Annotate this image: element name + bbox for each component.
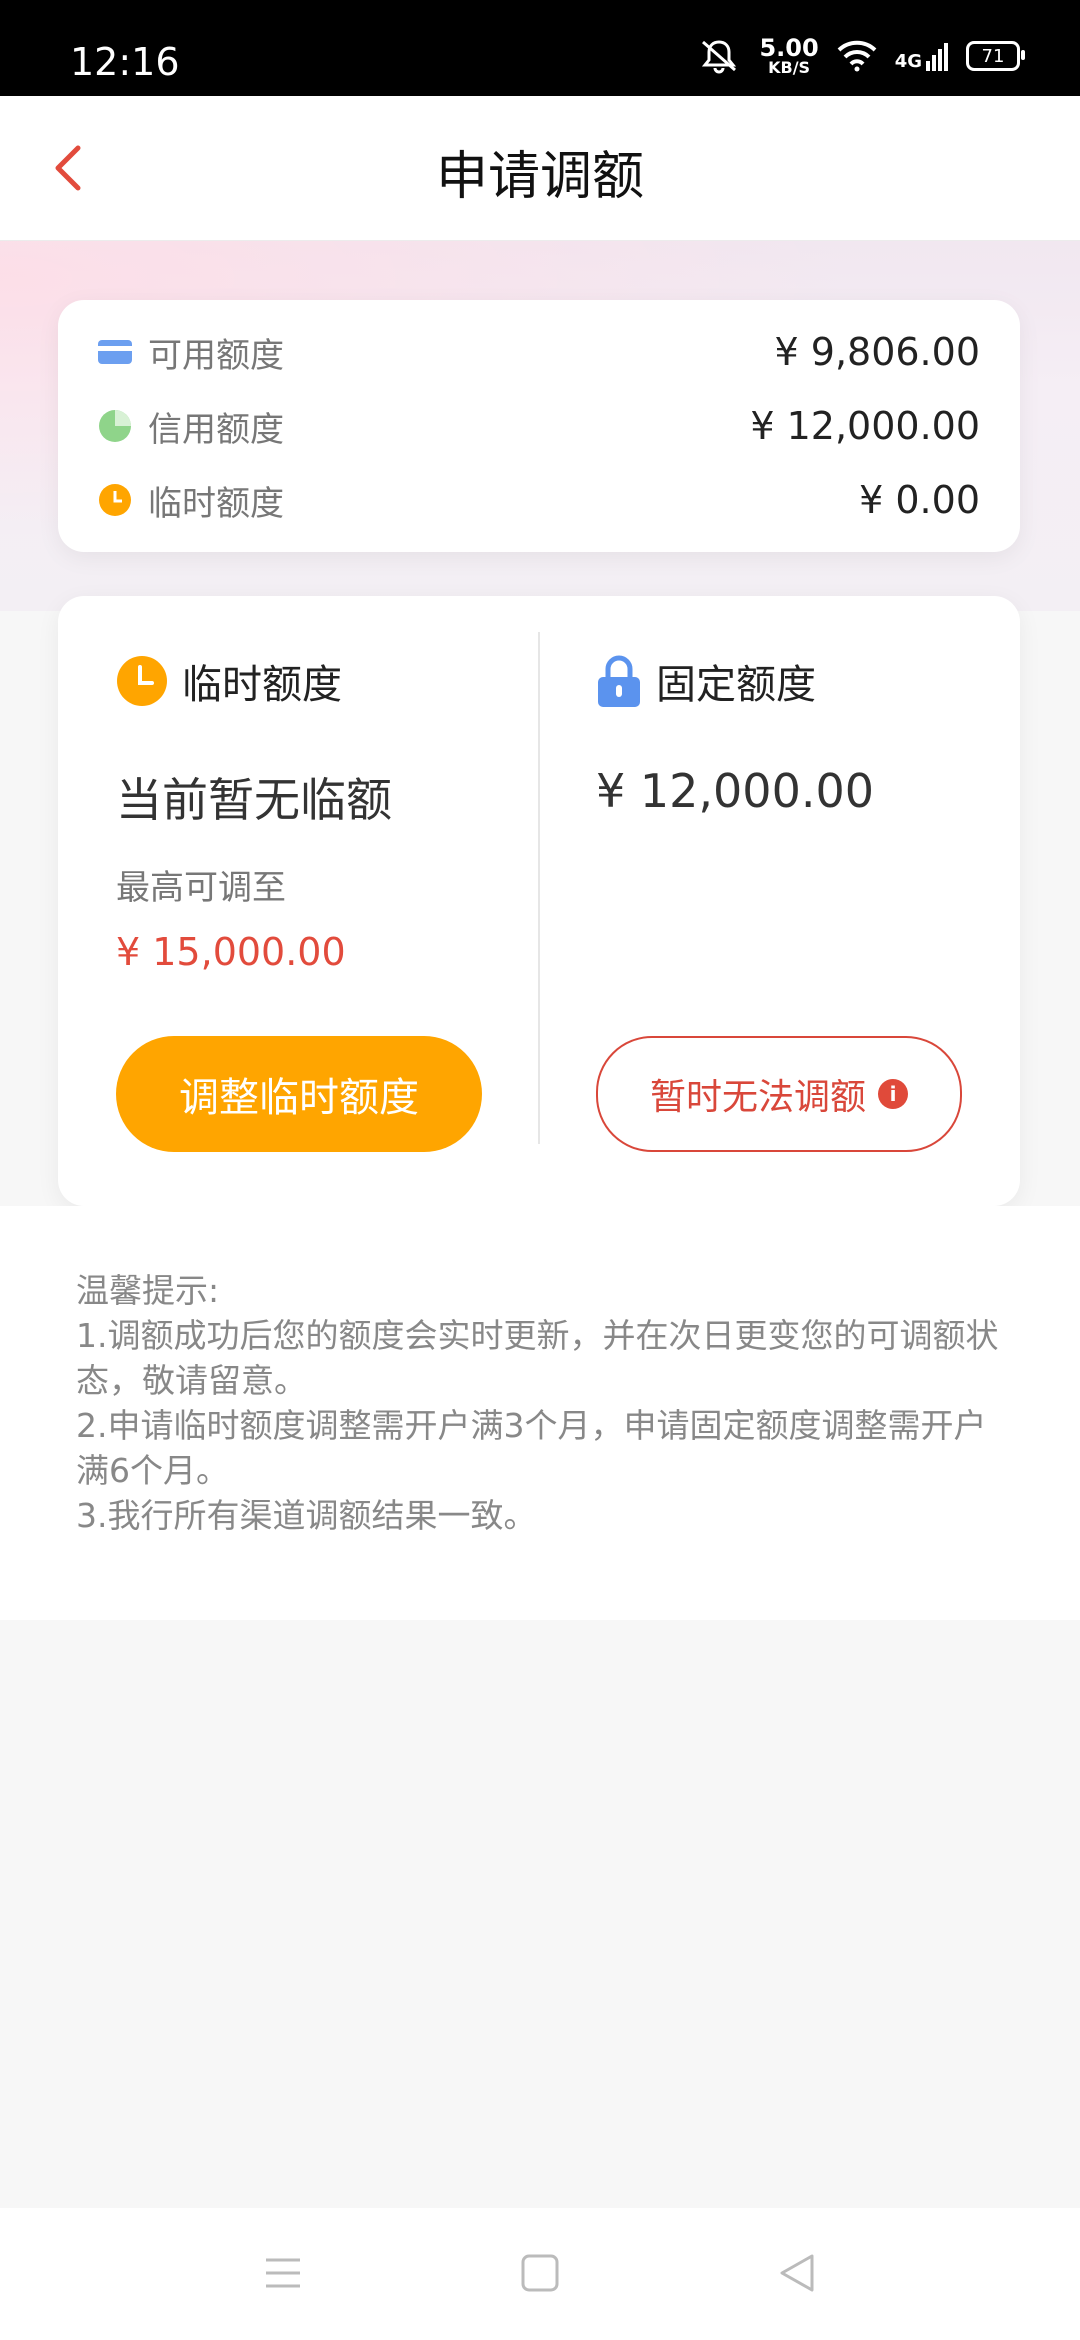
summary-value: ¥ 12,000.00 <box>750 404 980 448</box>
lock-icon <box>598 655 640 707</box>
info-icon[interactable]: i <box>878 1079 908 1109</box>
column-divider <box>538 632 540 1144</box>
tip-item: 1.调额成功后您的额度会实时更新，并在次日更变您的可调额状态，敬请留意。 <box>76 1316 999 1400</box>
signal-icon <box>926 43 948 71</box>
pie-icon <box>98 409 132 443</box>
menu-icon[interactable] <box>258 2248 308 2298</box>
battery-indicator: 71 <box>966 41 1025 71</box>
max-adjust-label: 最高可调至 <box>116 868 286 908</box>
summary-row-temporary: 临时额度 ¥ 0.00 <box>98 470 980 530</box>
status-bar: 12:16 5.00 KB/S 4G 71 <box>0 0 1080 96</box>
fixed-limit-section: 固定额度 ¥ 12,000.00 暂时无法调额 i <box>596 596 976 1206</box>
home-icon[interactable] <box>515 2248 565 2298</box>
clock-icon <box>117 656 167 706</box>
tips-text: 温馨提示: 1.调额成功后您的额度会实时更新，并在次日更变您的可调额状态，敬请留… <box>76 1268 1016 1538</box>
limit-summary-card: 可用额度 ¥ 9,806.00 信用额度 ¥ 12,000.00 临时额度 ¥ … <box>58 300 1020 552</box>
max-adjust-value: ¥ 15,000.00 <box>116 930 346 974</box>
temporary-limit-header: 临时额度 <box>116 652 342 710</box>
mute-bell-icon <box>702 40 737 74</box>
summary-label: 信用额度 <box>148 409 284 450</box>
temporary-limit-title: 临时额度 <box>182 662 342 708</box>
fixed-limit-header: 固定额度 <box>596 652 816 710</box>
tips-title: 温馨提示: <box>76 1271 220 1310</box>
signal-4g: 4G <box>895 41 948 71</box>
page-title: 申请调额 <box>435 147 644 207</box>
fixed-limit-title: 固定额度 <box>656 662 816 708</box>
tips-section: 温馨提示: 1.调额成功后您的额度会实时更新，并在次日更变您的可调额状态，敬请留… <box>0 1206 1080 1620</box>
status-icons: 5.00 KB/S 4G 71 <box>697 34 1025 78</box>
net-speed: 5.00 KB/S <box>759 34 819 77</box>
clock-icon <box>98 483 132 517</box>
back-triangle-icon[interactable] <box>772 2248 822 2298</box>
tip-item: 2.申请临时额度调整需开户满3个月，申请固定额度调整需开户满6个月。 <box>76 1406 987 1490</box>
cannot-adjust-label: 暂时无法调额 <box>649 1077 866 1118</box>
summary-value: ¥ 0.00 <box>859 478 980 522</box>
summary-value: ¥ 9,806.00 <box>774 330 980 374</box>
status-time: 12:16 <box>70 40 180 84</box>
adjust-limit-card: 临时额度 当前暂无临额 最高可调至 ¥ 15,000.00 调整临时额度 固定额… <box>58 596 1020 1206</box>
fixed-limit-value: ¥ 12,000.00 <box>596 764 874 818</box>
temporary-limit-status: 当前暂无临额 <box>116 773 392 827</box>
adjust-temporary-limit-button[interactable]: 调整临时额度 <box>116 1036 482 1152</box>
summary-label: 临时额度 <box>148 483 284 524</box>
system-nav-bar <box>0 2208 1080 2340</box>
summary-label: 可用额度 <box>148 335 284 376</box>
summary-row-credit: 信用额度 ¥ 12,000.00 <box>98 396 980 456</box>
top-nav-bar: 申请调额 <box>0 96 1080 241</box>
wifi-icon <box>837 40 877 72</box>
temporary-limit-section: 临时额度 当前暂无临额 最高可调至 ¥ 15,000.00 调整临时额度 <box>116 596 496 1206</box>
cannot-adjust-button[interactable]: 暂时无法调额 i <box>596 1036 962 1152</box>
tip-item: 3.我行所有渠道调额结果一致。 <box>76 1496 537 1535</box>
card-icon <box>98 335 132 369</box>
summary-row-available: 可用额度 ¥ 9,806.00 <box>98 322 980 382</box>
